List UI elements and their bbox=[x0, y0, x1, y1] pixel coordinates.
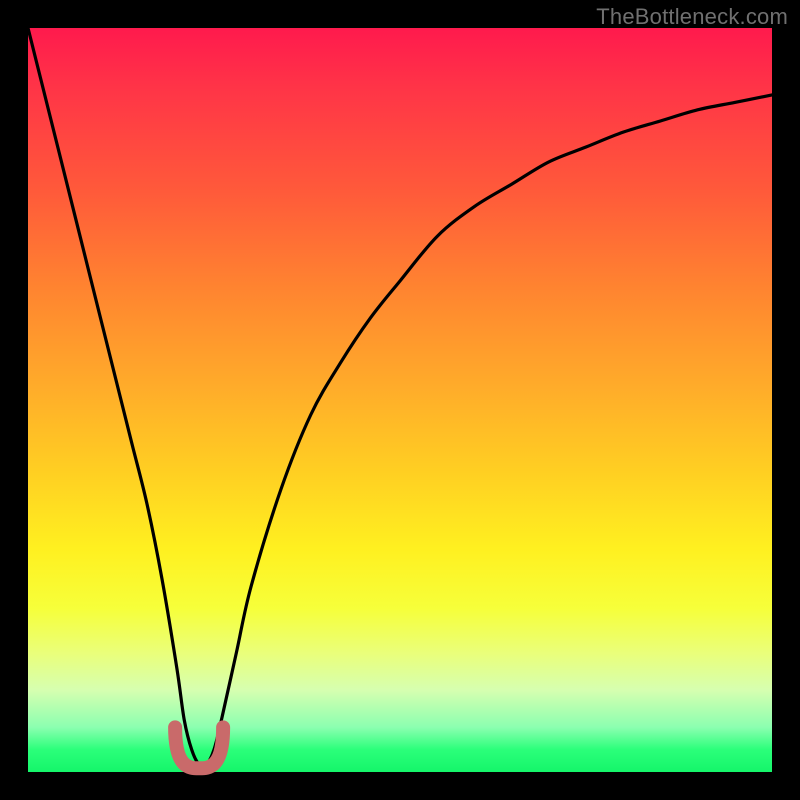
minimum-nub bbox=[175, 727, 223, 768]
chart-frame: TheBottleneck.com bbox=[0, 0, 800, 800]
plot-area bbox=[28, 28, 772, 772]
watermark-text: TheBottleneck.com bbox=[596, 4, 788, 30]
curve-svg bbox=[28, 28, 772, 772]
bottleneck-curve bbox=[28, 28, 772, 766]
